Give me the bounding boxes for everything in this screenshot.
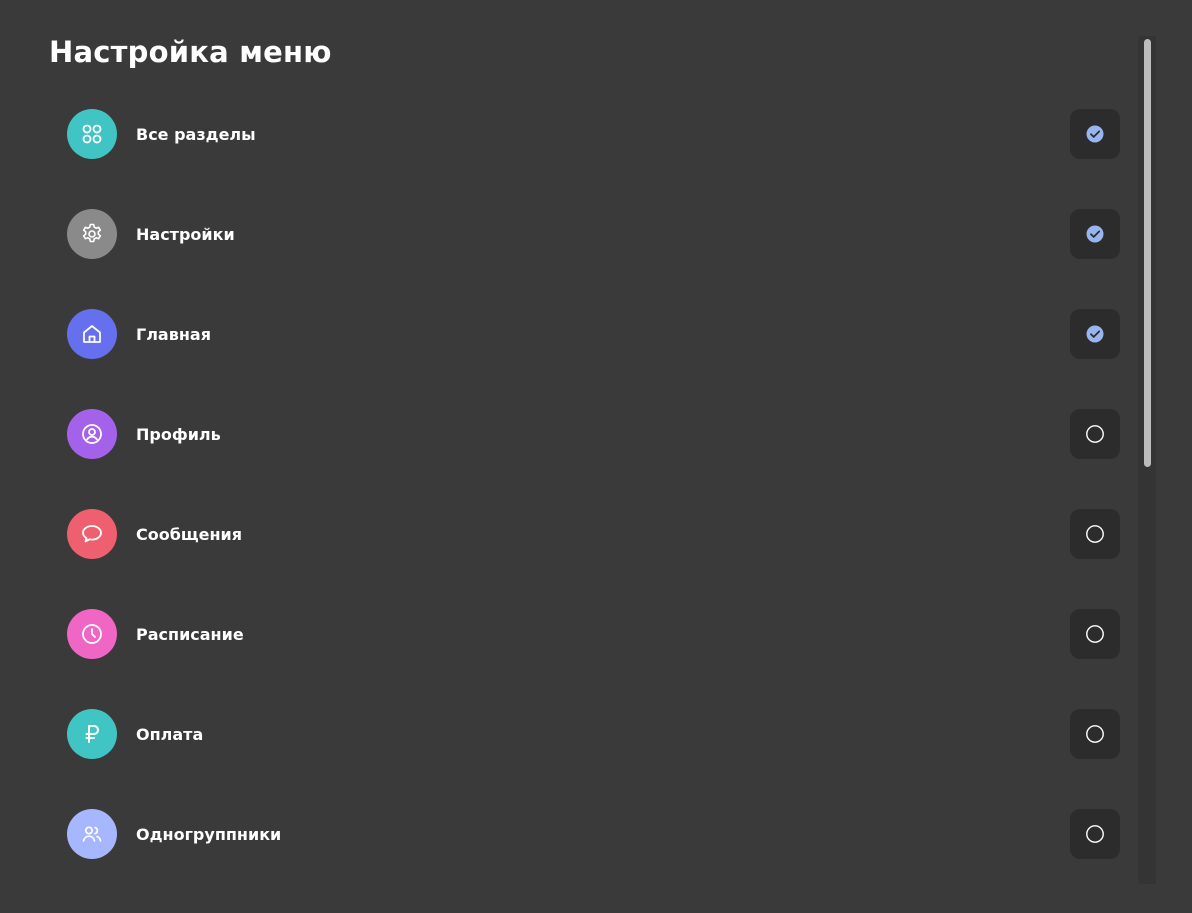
menu-item-label: Одногруппники — [136, 824, 282, 844]
menu-item-checkbox[interactable] — [1070, 809, 1120, 859]
menu-item-label: Расписание — [136, 624, 244, 644]
menu-item-checkbox[interactable] — [1070, 309, 1120, 359]
menu-item-settings: Настройки — [67, 209, 1120, 259]
check-circle-icon — [1086, 225, 1104, 243]
menu-item-label: Все разделы — [136, 124, 256, 144]
menu-item-label: Главная — [136, 324, 211, 344]
menu-item-schedule: Расписание — [67, 609, 1120, 659]
scrollbar-thumb[interactable] — [1144, 39, 1151, 467]
grid-icon — [67, 109, 117, 159]
menu-item-all-sections: Все разделы — [67, 109, 1120, 159]
menu-item-checkbox[interactable] — [1070, 709, 1120, 759]
menu-item-checkbox[interactable] — [1070, 409, 1120, 459]
menu-item-messages: Сообщения — [67, 509, 1120, 559]
clock-icon — [67, 609, 117, 659]
menu-item-home: Главная — [67, 309, 1120, 359]
menu-item-label: Оплата — [136, 724, 204, 744]
menu-item-profile: Профиль — [67, 409, 1120, 459]
menu-items-list: Все разделы Настройки Главная Профиль Со… — [67, 109, 1120, 909]
menu-item-groupmates: Одногруппники — [67, 809, 1120, 859]
menu-item-checkbox[interactable] — [1070, 509, 1120, 559]
empty-circle-icon — [1086, 725, 1104, 743]
menu-item-payment: Оплата — [67, 709, 1120, 759]
empty-circle-icon — [1086, 425, 1104, 443]
menu-item-checkbox[interactable] — [1070, 109, 1120, 159]
ruble-icon — [67, 709, 117, 759]
menu-settings-page: Настройка меню Все разделы Настройки Гла… — [0, 0, 1192, 913]
message-icon — [67, 509, 117, 559]
check-circle-icon — [1086, 325, 1104, 343]
profile-icon — [67, 409, 117, 459]
menu-item-label: Настройки — [136, 224, 235, 244]
page-title: Настройка меню — [49, 35, 332, 69]
home-icon — [67, 309, 117, 359]
menu-item-checkbox[interactable] — [1070, 209, 1120, 259]
check-circle-icon — [1086, 125, 1104, 143]
menu-item-label: Сообщения — [136, 524, 242, 544]
empty-circle-icon — [1086, 525, 1104, 543]
users-icon — [67, 809, 117, 859]
menu-item-checkbox[interactable] — [1070, 609, 1120, 659]
empty-circle-icon — [1086, 825, 1104, 843]
gear-icon — [67, 209, 117, 259]
empty-circle-icon — [1086, 625, 1104, 643]
menu-item-label: Профиль — [136, 424, 221, 444]
